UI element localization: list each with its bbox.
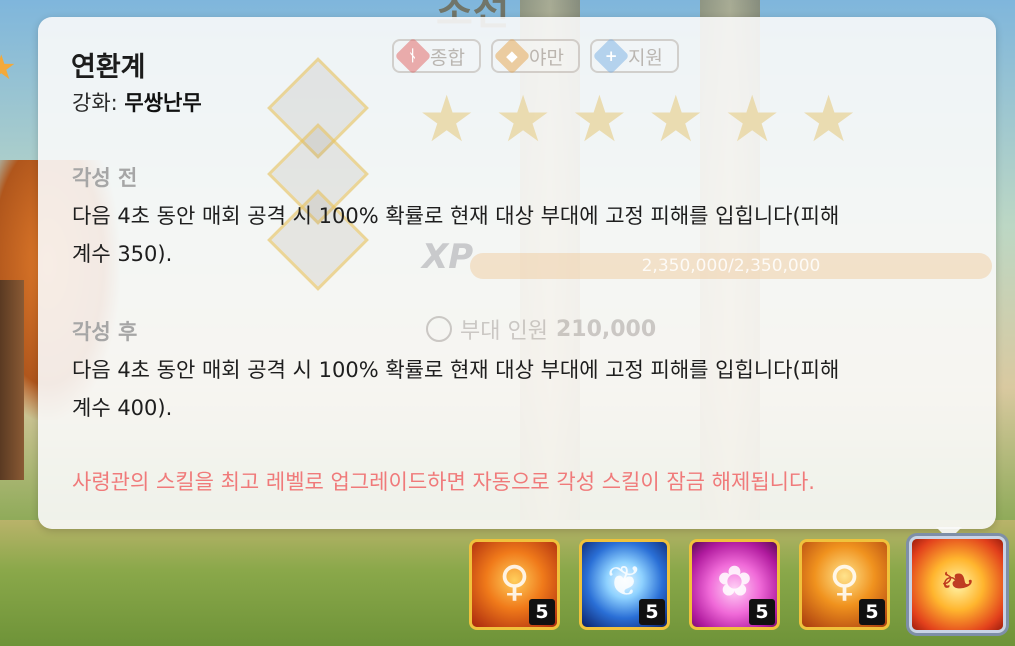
before-awakening-description: 다음 4초 동안 매회 공격 시 100% 확률로 현재 대상 부대에 고정 피… [72, 197, 972, 273]
skill-moon-branch-button[interactable]: ❦ 5 [579, 539, 670, 630]
before-awakening-heading: 각성 전 [72, 166, 138, 190]
skill-title: 연환계 [71, 52, 146, 83]
wood-post [0, 280, 24, 480]
skill-level-badge: 5 [639, 599, 665, 625]
skill-level-badge: 5 [529, 599, 555, 625]
skill-bar: ♀ 5 ❦ 5 ✿ 5 ♀ 5 ❧ [469, 536, 1006, 633]
before-line-1: 다음 4초 동안 매회 공격 시 100% 확률로 현재 대상 부대에 고정 피… [72, 204, 840, 228]
after-awakening-heading: 각성 후 [72, 320, 138, 344]
corner-star-icon: ★ [0, 48, 17, 88]
skill-lotus-button[interactable]: ✿ 5 [689, 539, 780, 630]
skill-level-badge: 5 [749, 599, 775, 625]
skill-level-badge: 5 [859, 599, 885, 625]
maple-leaf-icon: ❧ [912, 539, 1003, 630]
enhance-label: 강화: [72, 91, 118, 115]
enhance-value: 무쌍난무 [124, 91, 202, 115]
after-awakening-description: 다음 4초 동안 매회 공격 시 100% 확률로 현재 대상 부대에 고정 피… [72, 351, 972, 427]
skill-fire-dancer-button[interactable]: ♀ 5 [469, 539, 560, 630]
after-line-2: 계수 400). [72, 396, 173, 420]
after-line-1: 다음 4초 동안 매회 공격 시 100% 확률로 현재 대상 부대에 고정 피… [72, 358, 840, 382]
skill-fire-whirl-button[interactable]: ♀ 5 [799, 539, 890, 630]
skill-enhancement: 강화: 무쌍난무 [72, 87, 202, 117]
skill-awakened-leaves-button[interactable]: ❧ [909, 536, 1006, 633]
before-line-2: 계수 350). [72, 242, 173, 266]
awakening-unlock-note: 사령관의 스킬을 최고 레벨로 업그레이드하면 자동으로 각성 스킬이 잠금 해… [72, 470, 815, 494]
